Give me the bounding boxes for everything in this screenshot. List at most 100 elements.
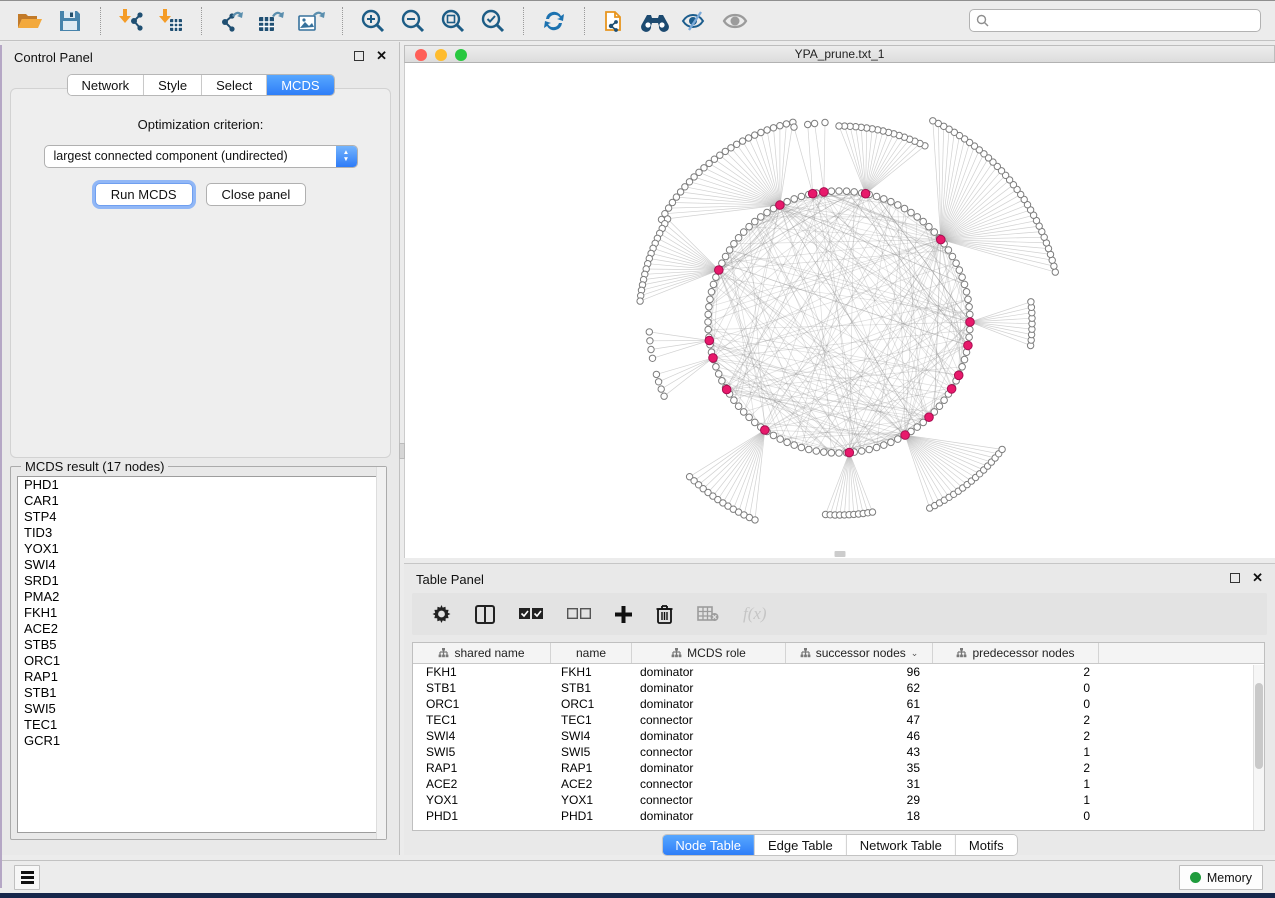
float-panel-icon[interactable]	[1230, 573, 1240, 583]
column-header-predecessor-nodes[interactable]: predecessor nodes	[933, 643, 1099, 663]
tab-edge-table[interactable]: Edge Table	[755, 835, 847, 855]
mcds-result-scrollbar[interactable]	[376, 467, 386, 839]
show-all-icon[interactable]	[720, 6, 750, 36]
mcds-result-item[interactable]: SWI5	[18, 701, 379, 717]
table-row[interactable]: YOX1YOX1connector291	[413, 792, 1264, 808]
table-cell-predecessors[interactable]: 0	[933, 681, 1099, 695]
close-panel-icon[interactable]: ✕	[376, 49, 387, 63]
import-table-icon[interactable]	[156, 6, 186, 36]
table-cell-role[interactable]: dominator	[632, 729, 786, 743]
memory-button[interactable]: Memory	[1179, 865, 1263, 890]
table-cell-role[interactable]: connector	[632, 713, 786, 727]
column-header-shared-name[interactable]: shared name	[413, 643, 551, 663]
table-cell-successors[interactable]: 61	[786, 697, 933, 711]
tab-mcds[interactable]: MCDS	[267, 75, 333, 95]
tab-node-table[interactable]: Node Table	[662, 835, 755, 855]
export-table-icon[interactable]	[257, 6, 287, 36]
mcds-result-item[interactable]: STP4	[18, 509, 379, 525]
export-network-icon[interactable]	[217, 6, 247, 36]
table-cell-shared-name[interactable]: SWI4	[413, 729, 551, 743]
table-cell-role[interactable]: dominator	[632, 681, 786, 695]
mcds-result-item[interactable]: ACE2	[18, 621, 379, 637]
node-table[interactable]: shared name name MCDS role successor nod…	[412, 642, 1265, 831]
close-panel-button[interactable]: Close panel	[206, 183, 307, 206]
table-row[interactable]: RAP1RAP1dominator352	[413, 760, 1264, 776]
save-session-icon[interactable]	[55, 6, 85, 36]
mcds-result-item[interactable]: SWI4	[18, 557, 379, 573]
search-input[interactable]	[993, 13, 1254, 29]
zoom-in-icon[interactable]	[358, 6, 388, 36]
unselect-all-columns-icon[interactable]	[567, 607, 591, 621]
table-cell-shared-name[interactable]: STB1	[413, 681, 551, 695]
table-cell-name[interactable]: STB1	[551, 681, 632, 695]
show-columns-icon[interactable]	[475, 605, 495, 624]
network-titlebar[interactable]: YPA_prune.txt_1	[404, 45, 1275, 63]
table-cell-predecessors[interactable]: 2	[933, 729, 1099, 743]
table-row[interactable]: SWI4SWI4dominator462	[413, 728, 1264, 744]
refresh-icon[interactable]	[539, 6, 569, 36]
table-cell-shared-name[interactable]: YOX1	[413, 793, 551, 807]
automation-panel-button[interactable]	[14, 865, 40, 890]
table-cell-predecessors[interactable]: 1	[933, 793, 1099, 807]
table-cell-shared-name[interactable]: ACE2	[413, 777, 551, 791]
table-cell-name[interactable]: ACE2	[551, 777, 632, 791]
mcds-result-item[interactable]: RAP1	[18, 669, 379, 685]
zoom-fit-icon[interactable]	[438, 6, 468, 36]
table-cell-predecessors[interactable]: 2	[933, 761, 1099, 775]
column-header-mcds-role[interactable]: MCDS role	[632, 643, 786, 663]
tab-network[interactable]: Network	[67, 75, 144, 95]
table-cell-successors[interactable]: 96	[786, 665, 933, 679]
table-cell-shared-name[interactable]: ORC1	[413, 697, 551, 711]
tab-style[interactable]: Style	[144, 75, 202, 95]
tab-network-table[interactable]: Network Table	[847, 835, 956, 855]
table-cell-role[interactable]: dominator	[632, 761, 786, 775]
table-cell-shared-name[interactable]: RAP1	[413, 761, 551, 775]
table-cell-role[interactable]: dominator	[632, 809, 786, 823]
mcds-result-item[interactable]: STB1	[18, 685, 379, 701]
table-cell-predecessors[interactable]: 2	[933, 665, 1099, 679]
table-row[interactable]: FKH1FKH1dominator962	[413, 664, 1264, 680]
mcds-result-item[interactable]: SRD1	[18, 573, 379, 589]
network-canvas[interactable]	[404, 63, 1275, 558]
zoom-selected-icon[interactable]	[478, 6, 508, 36]
horizontal-splitter-handle[interactable]	[835, 551, 846, 557]
table-cell-successors[interactable]: 47	[786, 713, 933, 727]
close-window-icon[interactable]	[415, 49, 427, 61]
table-cell-predecessors[interactable]: 1	[933, 745, 1099, 759]
column-header-name[interactable]: name	[551, 643, 632, 663]
mcds-result-item[interactable]: FKH1	[18, 605, 379, 621]
sort-descending-icon[interactable]: ⌄	[911, 648, 919, 659]
mcds-result-item[interactable]: YOX1	[18, 541, 379, 557]
table-row[interactable]: PHD1PHD1dominator180	[413, 808, 1264, 824]
scrollbar-thumb[interactable]	[1255, 683, 1263, 769]
table-cell-successors[interactable]: 43	[786, 745, 933, 759]
tab-select[interactable]: Select	[202, 75, 267, 95]
table-cell-successors[interactable]: 29	[786, 793, 933, 807]
table-row[interactable]: ORC1ORC1dominator610	[413, 696, 1264, 712]
table-cell-role[interactable]: connector	[632, 793, 786, 807]
tab-motifs[interactable]: Motifs	[956, 835, 1017, 855]
close-panel-icon[interactable]: ✕	[1252, 571, 1263, 585]
vertical-splitter-handle[interactable]	[399, 443, 405, 459]
mcds-result-item[interactable]: GCR1	[18, 733, 379, 749]
table-cell-shared-name[interactable]: SWI5	[413, 745, 551, 759]
hide-selected-icon[interactable]	[680, 6, 710, 36]
table-cell-name[interactable]: SWI4	[551, 729, 632, 743]
table-row[interactable]: TEC1TEC1connector472	[413, 712, 1264, 728]
table-cell-shared-name[interactable]: PHD1	[413, 809, 551, 823]
table-cell-name[interactable]: TEC1	[551, 713, 632, 727]
mcds-result-item[interactable]: STB5	[18, 637, 379, 653]
share-document-icon[interactable]	[600, 6, 630, 36]
delete-column-icon[interactable]	[656, 604, 673, 624]
table-cell-name[interactable]: PHD1	[551, 809, 632, 823]
search-network-icon[interactable]	[640, 6, 670, 36]
maximize-window-icon[interactable]	[455, 49, 467, 61]
zoom-out-icon[interactable]	[398, 6, 428, 36]
table-cell-successors[interactable]: 62	[786, 681, 933, 695]
search-field[interactable]	[969, 9, 1261, 32]
table-cell-role[interactable]: dominator	[632, 697, 786, 711]
float-panel-icon[interactable]	[354, 51, 364, 61]
table-cell-name[interactable]: SWI5	[551, 745, 632, 759]
criterion-dropdown[interactable]: largest connected component (undirected)…	[44, 145, 358, 168]
table-cell-successors[interactable]: 46	[786, 729, 933, 743]
